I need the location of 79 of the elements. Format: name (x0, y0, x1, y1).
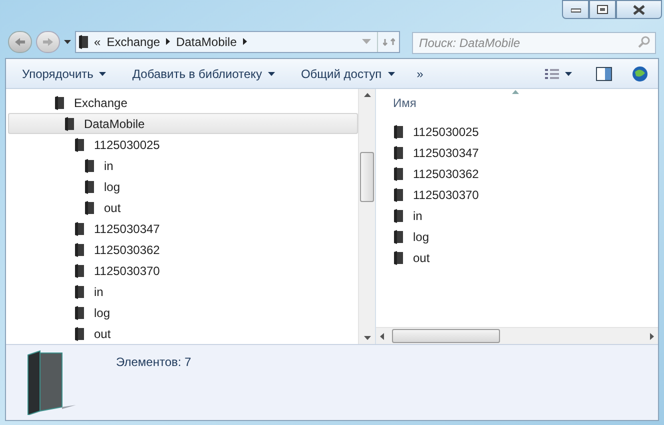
folder-icon (394, 230, 403, 244)
refresh-icon (382, 36, 394, 47)
dropdown-arrow-icon[interactable] (64, 40, 71, 44)
chevron-icon[interactable] (242, 38, 247, 46)
tree-item[interactable]: out (8, 197, 358, 218)
folder-icon (75, 326, 84, 340)
column-header[interactable]: Имя (376, 89, 658, 111)
folder-icon (394, 166, 403, 180)
vertical-scrollbar[interactable] (358, 89, 375, 344)
folder-icon (79, 34, 88, 49)
scrollbar-thumb[interactable] (360, 152, 374, 202)
folder-icon (65, 116, 74, 130)
address-bar[interactable]: « Exchange DataMobile (75, 30, 400, 53)
maximize-button[interactable] (589, 0, 616, 19)
toolbar-menu-button[interactable]: Добавить в библиотеку (132, 64, 275, 82)
scroll-right-icon[interactable] (650, 332, 654, 340)
scrollbar-thumb[interactable] (392, 329, 500, 343)
caret-icon (268, 72, 275, 76)
maximize-icon (597, 5, 608, 14)
breadcrumb[interactable]: Exchange (106, 32, 160, 51)
preview-pane-icon[interactable] (596, 66, 612, 80)
caret-icon[interactable] (565, 72, 572, 76)
tree-item[interactable]: 1125030025 (8, 134, 358, 155)
view-list-icon[interactable] (545, 68, 559, 80)
folder-icon (394, 208, 403, 222)
item-count: Элементов: 7 (116, 354, 192, 371)
folder-icon (75, 242, 84, 256)
folder-icon (394, 146, 403, 160)
scroll-down-icon[interactable] (364, 336, 370, 340)
search-field[interactable]: Поиск: DataMobile (412, 32, 656, 54)
tree-item[interactable]: 1125030347 (8, 218, 358, 239)
file-list-item[interactable]: 1125030370 (394, 184, 658, 205)
folder-icon (75, 264, 84, 278)
close-button[interactable] (616, 0, 662, 19)
arrow-right-icon (42, 36, 54, 47)
chevron-icon[interactable] (166, 38, 170, 46)
back-button[interactable] (8, 30, 32, 53)
arrow-left-icon (14, 36, 26, 47)
folder-icon (75, 284, 84, 298)
caret-icon (99, 72, 106, 76)
caret-icon (388, 72, 395, 76)
folder-icon (75, 138, 84, 152)
folder-icon (394, 250, 403, 264)
minimize-icon (570, 6, 580, 12)
file-list-item[interactable]: 1125030025 (394, 121, 658, 142)
tree-item[interactable]: 1125030362 (8, 239, 358, 260)
more-button[interactable]: » (416, 64, 424, 82)
tree-item[interactable]: log (8, 302, 358, 323)
folder-icon (55, 96, 64, 110)
file-list-item[interactable]: 1125030347 (394, 142, 658, 163)
close-icon (633, 4, 645, 14)
scroll-up-icon[interactable] (364, 93, 370, 97)
overflow-chevron[interactable]: « (94, 32, 101, 51)
tree-item[interactable]: 1125030370 (8, 260, 358, 281)
minimize-button[interactable] (562, 0, 589, 19)
file-list-item[interactable]: in (394, 205, 658, 226)
file-list-item[interactable]: log (394, 226, 658, 247)
folder-icon (75, 222, 84, 236)
sort-arrow-icon (512, 90, 519, 94)
folder-icon (394, 124, 403, 138)
folder-icon (85, 180, 94, 194)
toolbar-menu-button[interactable]: Общий доступ (300, 64, 395, 82)
horizontal-scrollbar[interactable] (376, 327, 658, 344)
file-list-item[interactable]: 1125030362 (394, 163, 658, 184)
scroll-left-icon[interactable] (380, 332, 384, 340)
tree-item[interactable]: in (8, 155, 358, 176)
breadcrumb[interactable]: DataMobile (176, 32, 237, 51)
tree-item[interactable]: DataMobile (8, 113, 358, 134)
folder-icon (75, 306, 84, 320)
file-list-item[interactable]: out (394, 247, 658, 268)
folder-icon (85, 158, 94, 172)
toolbar-menu-button[interactable]: Упорядочить (22, 64, 106, 82)
folder-icon (85, 200, 94, 214)
tree-item[interactable]: Exchange (8, 92, 358, 113)
folder-icon (394, 188, 403, 202)
tree-item[interactable]: in (8, 281, 358, 302)
help-icon[interactable] (632, 66, 648, 82)
tree-item[interactable]: out (8, 323, 358, 344)
tree-item[interactable]: log (8, 176, 358, 197)
